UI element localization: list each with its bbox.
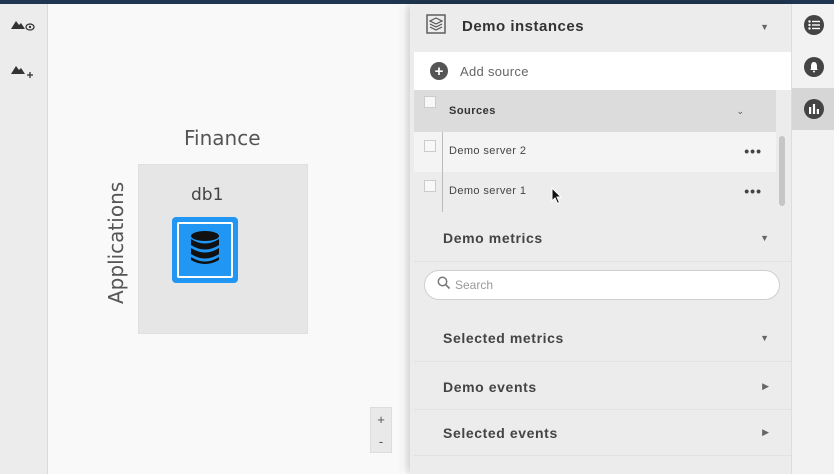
db-node[interactable] [172,217,238,283]
chevron-down-icon: ▼ [760,21,769,32]
sources-scrollbar[interactable] [779,136,785,206]
selected-metrics-label: Selected metrics [443,329,564,346]
chevron-down-icon: ▼ [760,332,769,343]
add-source-button[interactable]: + Add source [414,52,791,90]
node-label: db1 [191,185,224,205]
sources-header-label: Sources [449,105,496,117]
search-icon [437,276,451,295]
sources-header[interactable]: Sources ⌄ [414,90,776,132]
metrics-button[interactable] [792,88,834,130]
mouse-cursor-icon [551,186,563,210]
zoom-control: + - [370,407,392,453]
mountain-plus-icon [10,63,36,84]
demo-events-section[interactable]: Demo events ▶ [414,364,791,410]
demo-metrics-section[interactable]: Demo metrics ▼ [414,214,791,262]
panel-header[interactable]: Demo instances ▼ [410,4,791,49]
source-checkbox[interactable] [424,140,436,152]
database-icon [189,230,221,271]
chevron-down-icon: ▼ [760,232,769,243]
source-row-demo-server-2[interactable]: Demo server 2 ••• [414,132,776,172]
group-vertical-label: Applications [104,181,128,304]
left-toolbar [0,4,48,474]
zoom-in-button[interactable]: + [371,408,391,430]
search-input[interactable] [455,278,755,292]
selected-metrics-section[interactable]: Selected metrics ▼ [414,314,791,362]
sources-select-all-checkbox[interactable] [424,96,436,108]
source-label: Demo server 2 [449,145,527,157]
group-box[interactable]: db1 [138,164,308,334]
add-layer-button[interactable] [8,62,38,84]
right-icon-bar [791,4,834,474]
list-icon [803,15,824,35]
topology-canvas[interactable]: Finance Applications db1 + - [48,4,402,474]
group-title: Finance [184,126,261,150]
notifications-button[interactable] [792,46,834,88]
chevron-down-icon: ⌄ [736,105,744,116]
selected-events-section[interactable]: Selected events ▶ [414,410,791,456]
demo-metrics-label: Demo metrics [443,229,543,246]
bar-chart-icon [803,99,824,119]
source-label: Demo server 1 [449,185,527,197]
chevron-right-icon: ▶ [762,381,769,391]
mountain-eye-icon [10,18,36,37]
more-options-icon[interactable]: ••• [744,143,762,159]
zoom-out-button[interactable]: - [371,430,391,452]
more-options-icon[interactable]: ••• [744,183,762,199]
side-panel: Demo instances ▼ + Add source Sources ⌄ … [410,4,791,474]
demo-events-label: Demo events [443,378,537,395]
metrics-search [424,270,780,300]
toggle-visibility-button[interactable] [8,16,38,38]
panel-title: Demo instances [462,18,585,35]
selected-events-label: Selected events [443,424,558,441]
list-button[interactable] [792,4,834,46]
layers-icon [426,14,446,39]
chevron-right-icon: ▶ [762,427,769,437]
plus-circle-icon: + [430,62,448,80]
add-source-label: Add source [460,63,529,79]
source-row-demo-server-1[interactable]: Demo server 1 ••• [414,172,776,212]
source-checkbox[interactable] [424,180,436,192]
bell-icon [803,57,824,77]
